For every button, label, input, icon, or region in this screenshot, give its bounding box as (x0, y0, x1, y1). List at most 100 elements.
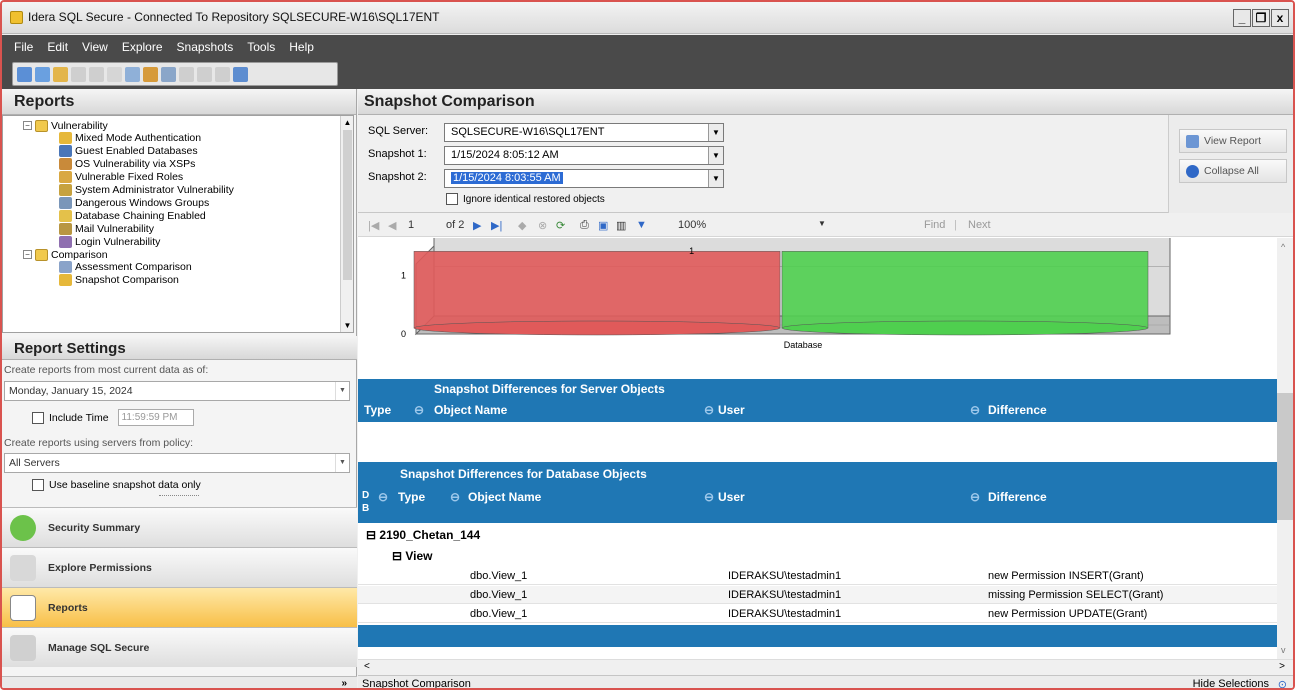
tree-item[interactable]: Guest Enabled Databases (59, 145, 198, 158)
menu-snapshots[interactable]: Snapshots (170, 35, 241, 54)
tree-scrollbar[interactable]: ▲ ▼ (340, 116, 353, 332)
col-object-name[interactable]: Object Name (434, 403, 507, 417)
scroll-left-icon[interactable]: < (364, 661, 370, 672)
home-icon[interactable] (215, 66, 230, 82)
col-object-name[interactable]: Object Name (468, 490, 541, 504)
chevron-down-icon[interactable]: ▼ (335, 454, 349, 472)
page-number[interactable]: 1 (408, 219, 414, 231)
tree-item[interactable]: Dangerous Windows Groups (59, 196, 209, 209)
nav-security-summary[interactable]: Security Summary (2, 507, 357, 547)
policy-select[interactable]: All Servers ▼ (4, 453, 350, 473)
menu-help[interactable]: Help (282, 35, 321, 54)
prev-page-icon[interactable]: ◀ (388, 219, 396, 232)
tree-item[interactable]: Assessment Comparison (59, 261, 192, 274)
page-setup-icon[interactable]: ▥ (616, 219, 626, 232)
scroll-up-icon[interactable]: ▲ (341, 116, 353, 129)
permissions-icon[interactable] (143, 66, 158, 82)
col-type[interactable]: Type (398, 490, 425, 504)
tree-item[interactable]: Mail Vulnerability (59, 222, 154, 235)
nav-reports[interactable]: Reports (2, 587, 357, 627)
back-icon[interactable]: ◆ (518, 219, 526, 232)
tree-item[interactable]: Mixed Mode Authentication (59, 132, 201, 145)
snapshot-icon[interactable] (71, 66, 86, 82)
include-time-checkbox[interactable]: Include Time 11:59:59 PM (32, 409, 194, 426)
checkbox-box[interactable] (446, 193, 458, 205)
stop-icon[interactable]: ⊗ (538, 219, 547, 232)
col-type[interactable]: Type (364, 403, 391, 417)
tree-item[interactable]: Login Vulnerability (59, 235, 160, 248)
next-link[interactable]: Next (968, 219, 991, 231)
hide-selections-link[interactable]: Hide Selections (1193, 678, 1269, 688)
layout-icon[interactable]: ▣ (598, 219, 608, 232)
col-user[interactable]: User (718, 490, 745, 504)
menu-edit[interactable]: Edit (40, 35, 75, 54)
sort-icon[interactable]: ⊖ (704, 490, 714, 504)
tree-item[interactable]: Database Chaining Enabled (59, 209, 206, 222)
menu-tools[interactable]: Tools (240, 35, 282, 54)
menu-explore[interactable]: Explore (115, 35, 170, 54)
open-icon[interactable] (35, 66, 50, 82)
first-page-icon[interactable]: |◀ (368, 219, 379, 232)
tree-item[interactable]: System Administrator Vulnerability (59, 184, 234, 197)
time-input[interactable]: 11:59:59 PM (117, 409, 194, 426)
next-page-icon[interactable]: ▶ (473, 219, 481, 232)
collapse-all-button[interactable]: Collapse All (1179, 159, 1287, 183)
sort-icon[interactable]: ⊖ (704, 403, 714, 417)
menu-file[interactable]: File (2, 35, 40, 54)
checkbox-box[interactable] (32, 479, 44, 491)
collapse-icon[interactable]: − (23, 250, 32, 259)
chevron-down-icon[interactable]: ▼ (708, 147, 723, 164)
zoom-value[interactable]: 100% (678, 219, 706, 231)
scroll-down-icon[interactable]: ▼ (341, 319, 353, 332)
snapshot2-select[interactable]: 1/15/2024 8:03:55 AM ▼ (444, 169, 724, 188)
collapse-icon[interactable]: ⊟ (366, 528, 379, 542)
chevron-down-icon[interactable]: ▼ (708, 124, 723, 141)
menu-view[interactable]: View (75, 35, 115, 54)
tree-item[interactable]: OS Vulnerability via XSPs (59, 158, 195, 171)
chevron-down-icon[interactable]: ▼ (335, 382, 349, 400)
view-report-button[interactable]: View Report (1179, 129, 1287, 153)
tree-item[interactable]: − Vulnerability (23, 119, 108, 132)
tree-item[interactable]: Vulnerable Fixed Roles (59, 171, 183, 184)
date-picker[interactable]: Monday, January 15, 2024 ▼ (4, 381, 350, 401)
scroll-up-icon[interactable]: ^ (1281, 242, 1285, 252)
sort-icon[interactable]: ⊖ (414, 403, 424, 417)
snapshot1-select[interactable]: 1/15/2024 8:05:12 AM ▼ (444, 146, 724, 165)
report-horizontal-scrollbar[interactable]: < > (358, 659, 1293, 675)
sort-icon[interactable]: ⊖ (970, 490, 980, 504)
group-row[interactable]: ⊟ 2190_Chetan_144 (366, 528, 480, 542)
checkbox-box[interactable] (32, 411, 44, 424)
chevron-down-icon[interactable]: ▼ (818, 219, 826, 228)
nav-explore-permissions[interactable]: Explore Permissions (2, 547, 357, 587)
find-link[interactable]: Find (924, 219, 945, 231)
report-vertical-scrollbar[interactable]: ^ v (1277, 238, 1293, 659)
new-icon[interactable] (17, 66, 32, 82)
col-difference[interactable]: Difference (988, 490, 1047, 504)
sql-server-select[interactable]: SQLSECURE-W16\SQL17ENT ▼ (444, 123, 724, 142)
minimize-button[interactable]: _ (1233, 9, 1251, 27)
tree-item[interactable]: − Comparison (23, 248, 108, 261)
sort-icon[interactable]: ⊖ (378, 490, 388, 504)
folder-icon[interactable] (53, 66, 68, 82)
print-icon[interactable]: ⎙ (580, 219, 589, 232)
refresh-icon[interactable]: ⟳ (556, 219, 565, 232)
ignore-restored-checkbox[interactable]: Ignore identical restored objects (446, 193, 605, 205)
sort-icon[interactable]: ⊖ (450, 490, 460, 504)
close-button[interactable]: x (1271, 9, 1289, 27)
collapse-up-icon[interactable]: ⊙ (1278, 678, 1287, 688)
help-icon[interactable] (233, 66, 248, 82)
report-scroll-thumb[interactable] (1277, 393, 1293, 520)
last-page-icon[interactable]: ▶| (491, 219, 502, 232)
chevron-double-down-icon[interactable]: » (341, 678, 347, 688)
collapse-icon[interactable]: ⊟ (392, 549, 405, 563)
refresh-icon[interactable] (125, 66, 140, 82)
tree-scroll-thumb[interactable] (343, 130, 352, 280)
collapse-icon[interactable]: − (23, 121, 32, 130)
chevron-down-icon[interactable]: ▼ (708, 170, 723, 187)
restore-button[interactable]: ❐ (1252, 9, 1270, 27)
scroll-right-icon[interactable]: > (1279, 661, 1285, 672)
splitter-grip[interactable] (159, 495, 199, 499)
forward-icon[interactable] (197, 66, 212, 82)
export-icon[interactable]: ▼ (636, 219, 647, 231)
scroll-down-icon[interactable]: v (1281, 645, 1286, 655)
